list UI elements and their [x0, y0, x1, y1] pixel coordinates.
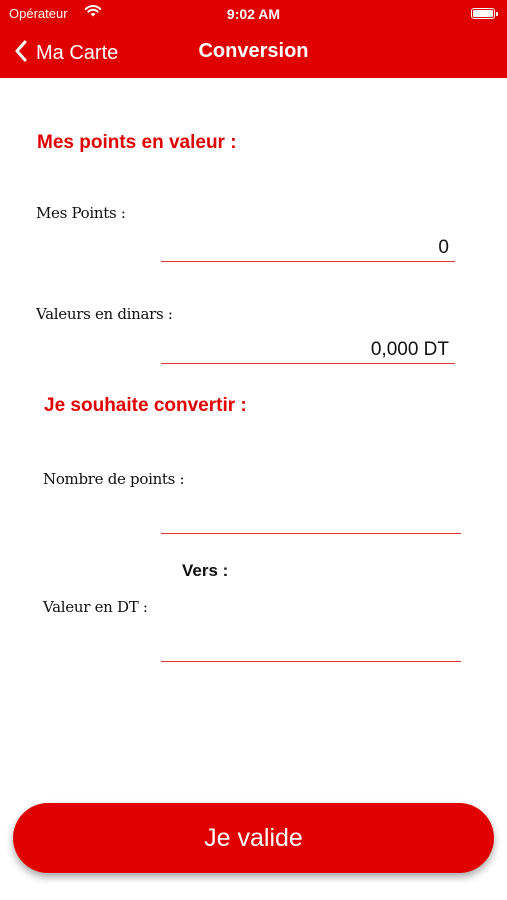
dt-value-field[interactable]	[161, 634, 461, 662]
convert-section-title: Je souhaite convertir :	[44, 395, 247, 416]
status-time: 9:02 AM	[226, 6, 281, 22]
status-bar: Opérateur 9:02 AM	[0, 0, 507, 28]
dt-value-input[interactable]	[161, 634, 461, 661]
validate-button[interactable]: Je valide	[13, 803, 494, 873]
dt-value-label: Valeur en DT :	[43, 598, 148, 616]
points-count-field[interactable]	[161, 506, 461, 534]
points-field	[161, 234, 455, 262]
points-value	[161, 234, 455, 261]
battery-icon	[471, 8, 498, 19]
dinars-field	[161, 336, 455, 364]
points-label: Mes Points :	[36, 204, 126, 222]
points-section-title: Mes points en valeur :	[37, 132, 237, 153]
vers-label: Vers :	[182, 561, 229, 580]
points-count-label: Nombre de points :	[43, 470, 185, 488]
dinars-label: Valeurs en dinars :	[36, 305, 173, 323]
navigation-bar: Opérateur 9:02 AM Ma Carte Conversion	[0, 0, 507, 78]
dinars-value	[161, 336, 455, 363]
page-title: Conversion	[198, 40, 309, 62]
points-count-input[interactable]	[161, 506, 461, 533]
